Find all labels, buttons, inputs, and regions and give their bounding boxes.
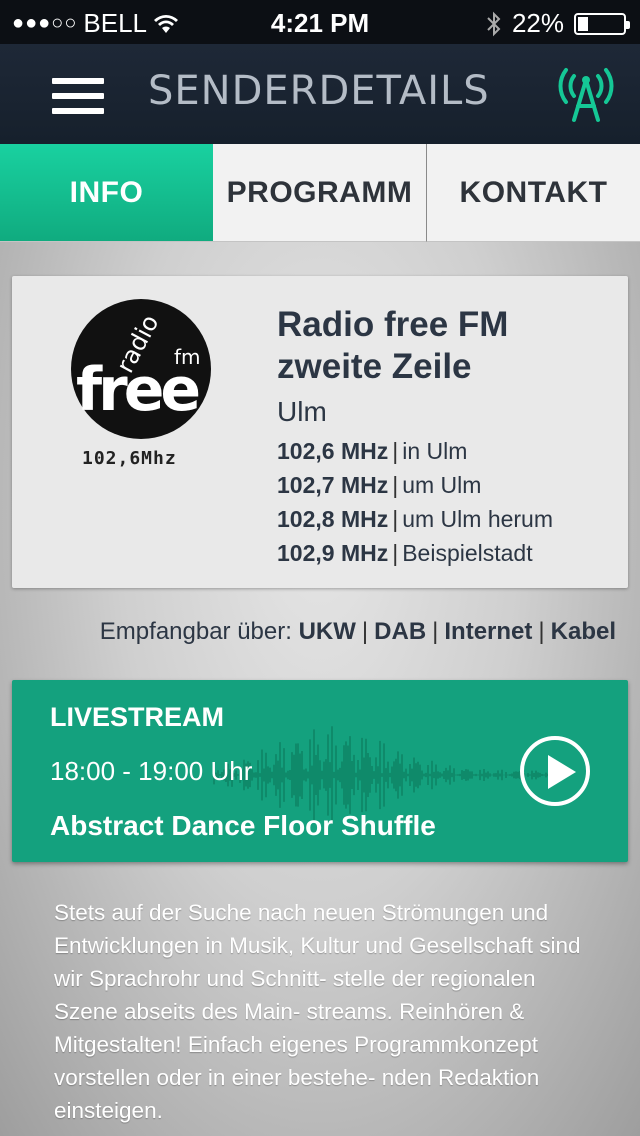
tab-programm[interactable]: PROGRAMM — [213, 144, 427, 242]
reception-label: Empfangbar über: — [99, 618, 292, 645]
livestream-panel[interactable]: LIVESTREAM 18:00 - 19:00 Uhr Abstract Da… — [12, 680, 628, 862]
reception-info: Empfangbar über: UKW | DAB | Internet | Kabel — [99, 618, 616, 645]
frequency-row: 102,6 MHz | in Ulm — [277, 438, 468, 464]
station-name: Radio free FM zweite Zeile — [277, 305, 509, 386]
livestream-time: 18:00 - 19:00 Uhr — [50, 756, 253, 786]
station-card: free radio fm 102,6Mhz Radio free FM zwe… — [12, 276, 628, 588]
logo-word-fm: fm — [174, 345, 201, 369]
station-logo: free radio fm — [71, 299, 211, 439]
reception-channel: Internet — [444, 618, 533, 645]
reception-channel: UKW — [298, 618, 356, 645]
page-title: SENDERDETAILS — [148, 68, 490, 114]
frequency-row: 102,7 MHz | um Ulm — [277, 472, 482, 498]
tab-kontakt[interactable]: KONTAKT — [427, 144, 640, 242]
logo-frequency: 102,6Mhz — [82, 448, 177, 469]
battery-icon — [574, 12, 630, 35]
radio-antenna-icon[interactable] — [556, 58, 616, 126]
frequency-row: 102,8 MHz | um Ulm herum — [277, 506, 554, 532]
reception-channel: DAB — [374, 618, 427, 645]
reception-channel: Kabel — [550, 618, 616, 645]
hamburger-menu-icon[interactable] — [52, 78, 104, 114]
frequency-list: 102,6 MHz | in Ulm 102,7 MHz | um Ulm 102,8 … — [277, 434, 553, 570]
tab-info[interactable]: INFO — [0, 144, 213, 242]
play-icon[interactable] — [520, 736, 590, 806]
livestream-title: LIVESTREAM — [50, 702, 225, 732]
station-description: Stets auf der Suche nach neuen Strömunge… — [54, 900, 581, 1123]
bluetooth-icon — [487, 11, 501, 36]
status-bar: ●●●○○ BELL 4:21 PM 22% — [0, 0, 640, 44]
livestream-show-title: Abstract Dance Floor Shuffle — [50, 810, 436, 841]
frequency-row: 102,9 MHz | Beispielstadt — [277, 540, 533, 566]
battery-percent: 22% — [511, 8, 564, 38]
station-city: Ulm — [277, 396, 327, 427]
tab-bar: INFO PROGRAMM KONTAKT — [0, 144, 640, 242]
navigation-bar: SENDERDETAILS — [0, 44, 640, 144]
